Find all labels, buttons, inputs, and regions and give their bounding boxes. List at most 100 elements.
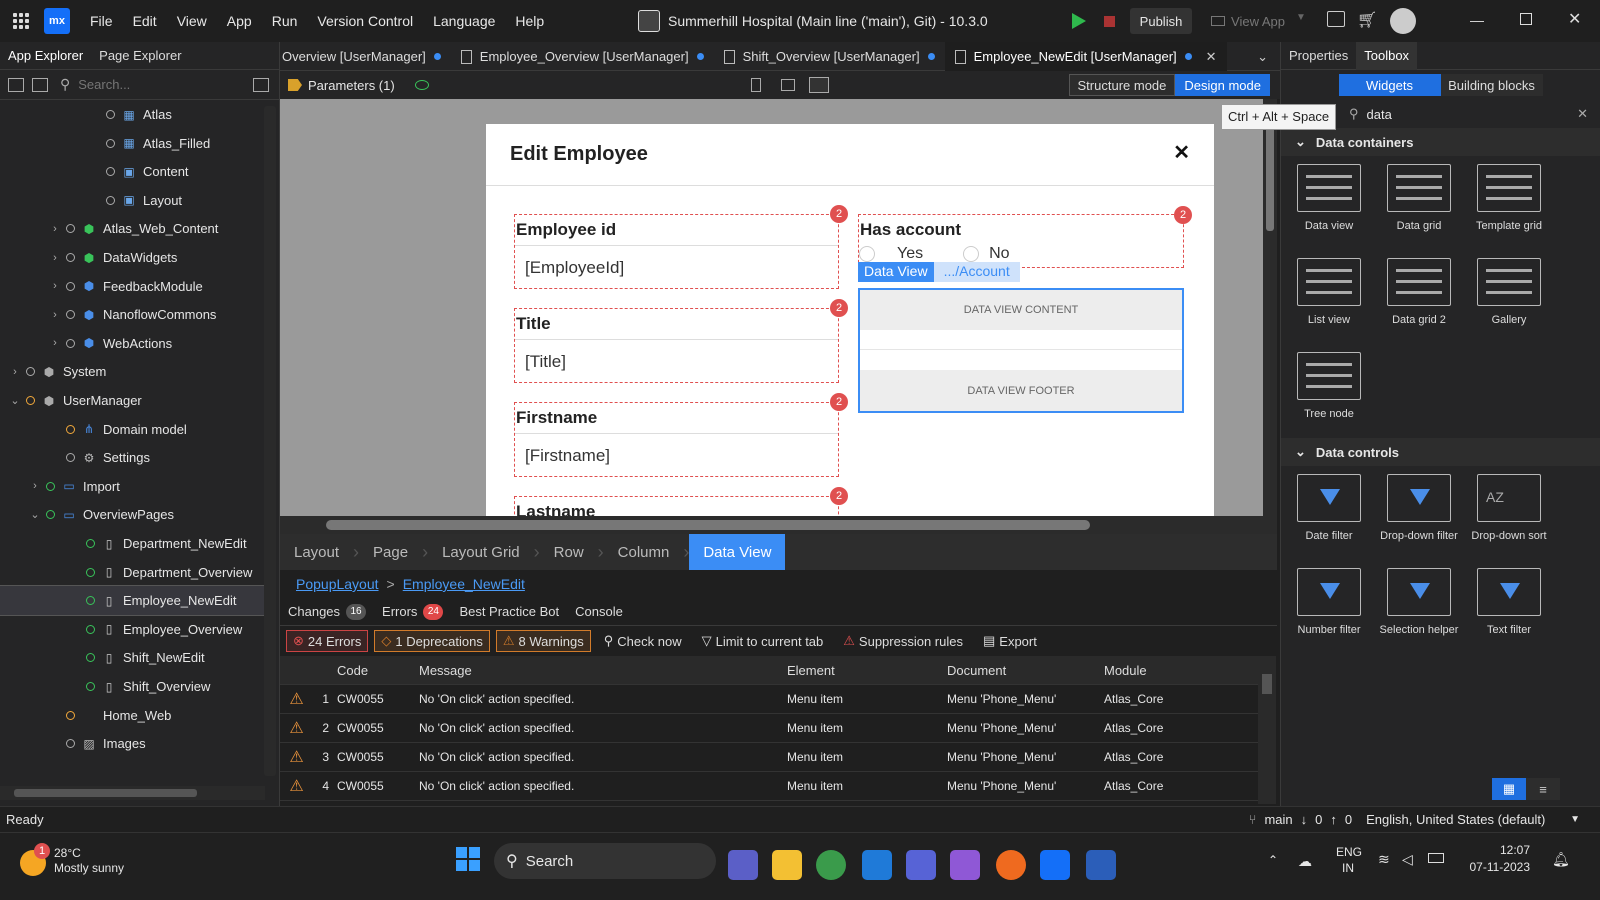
tree-item[interactable]: › ⬢ System [0, 357, 265, 386]
user-avatar[interactable] [1390, 8, 1416, 34]
chevron-down-icon[interactable]: ▼ [1570, 814, 1580, 825]
chevron-right-icon[interactable]: › [48, 280, 62, 292]
chevron-right-icon[interactable]: › [48, 252, 62, 264]
breadcrumb-data-view[interactable]: Data View [689, 534, 786, 570]
taskbar-search[interactable]: ⚲ Search [494, 843, 716, 879]
tree-item[interactable]: ⌄ ⬢ UserManager [0, 386, 265, 415]
grid-view-icon[interactable]: ▦ [1492, 778, 1526, 800]
form-field[interactable]: Employee id [EmployeeId] [514, 214, 839, 289]
design-mode-button[interactable]: Design mode [1175, 74, 1270, 96]
explorer-search-input[interactable] [78, 77, 219, 92]
changes-icon[interactable] [1327, 11, 1345, 27]
form-field[interactable]: Firstname [Firstname] [514, 402, 839, 477]
widget-tree-node[interactable]: Tree node [1284, 352, 1374, 420]
menu-app[interactable]: App [217, 0, 262, 42]
export-button[interactable]: ▤ Export [976, 630, 1044, 652]
chevron-down-icon[interactable]: ⌄ [8, 394, 22, 407]
close-tab-icon[interactable]: ✕ [1206, 49, 1217, 65]
tree-item[interactable]: › ▭ Import [0, 472, 265, 501]
widget-data-view[interactable]: Data view [1284, 164, 1374, 232]
visual-studio-icon[interactable] [950, 850, 980, 880]
tab-page-explorer[interactable]: Page Explorer [91, 42, 189, 70]
chevron-up-icon[interactable]: ⌃ [1268, 853, 1278, 867]
tab-properties[interactable]: Properties [1281, 42, 1356, 70]
mendix-taskbar-icon[interactable] [1040, 850, 1070, 880]
chrome-icon[interactable] [816, 850, 846, 880]
error-table-scrollbar[interactable] [1258, 656, 1276, 804]
deprecations-filter-button[interactable]: ◇ 1 Deprecations [374, 630, 490, 652]
widget-template-grid[interactable]: Template grid [1464, 164, 1554, 232]
doc-tab[interactable]: Shift_Overview [UserManager] [714, 42, 945, 71]
tablet-view-icon[interactable] [780, 79, 795, 91]
table-row[interactable]: ⚠ 2 CW0055 No 'On click' action specified. M… [280, 714, 1265, 743]
widget-data-grid[interactable]: Data grid [1374, 164, 1464, 232]
widget-data-grid-2[interactable]: Data grid 2 [1374, 258, 1464, 326]
filter-icon[interactable] [253, 77, 269, 92]
list-view-icon[interactable]: ≡ [1526, 778, 1560, 800]
canvas-vscrollbar[interactable] [1263, 99, 1277, 516]
menu-run[interactable]: Run [262, 0, 308, 42]
firefox-icon[interactable] [996, 850, 1026, 880]
toolbox-search-input[interactable]: data [1367, 107, 1392, 122]
lang-secondary[interactable]: IN [1342, 861, 1354, 875]
tab-toolbox[interactable]: Toolbox [1356, 41, 1418, 70]
expand-all-icon[interactable] [32, 77, 48, 92]
breadcrumb-column[interactable]: Column [604, 534, 684, 570]
table-row[interactable]: ⚠ 1 CW0055 No 'On click' action specified. M… [280, 685, 1265, 714]
teams-icon[interactable] [728, 850, 758, 880]
popup-close-icon[interactable]: ✕ [1173, 140, 1190, 165]
windows-start-icon[interactable] [456, 847, 480, 871]
column-header[interactable]: Document [943, 663, 1100, 678]
tab-app-explorer[interactable]: App Explorer [0, 42, 91, 70]
tab-overflow-icon[interactable]: ⌄ [1257, 42, 1268, 70]
page-canvas[interactable]: Edit Employee ✕ Employee id [EmployeeId] 2… [280, 99, 1277, 516]
minimize-icon[interactable]: — [1470, 12, 1484, 28]
chevron-right-icon[interactable]: › [28, 480, 42, 492]
subtab-widgets[interactable]: Widgets [1338, 74, 1441, 96]
widget-text-filter[interactable]: Text filter [1464, 568, 1554, 636]
chevron-right-icon[interactable]: › [48, 309, 62, 321]
tree-item[interactable]: ▯ Shift_Overview [0, 672, 265, 701]
tree-item[interactable]: › ⬢ DataWidgets [0, 243, 265, 272]
notification-bell-icon[interactable]: 🔔︎ [1552, 851, 1570, 868]
clear-search-icon[interactable]: ✕ [1577, 106, 1588, 122]
clock-time[interactable]: 12:07 [1482, 843, 1530, 857]
tree-item[interactable]: ⋔ Domain model [0, 415, 265, 444]
table-row[interactable]: ⚠ 3 CW0055 No 'On click' action specified. M… [280, 743, 1265, 772]
column-header[interactable]: Module [1100, 663, 1260, 678]
mail-icon[interactable] [862, 850, 892, 880]
chevron-right-icon[interactable]: › [8, 366, 22, 378]
widget-list-view[interactable]: List view [1284, 258, 1374, 326]
close-window-icon[interactable]: ✕ [1568, 9, 1581, 29]
widget-date-filter[interactable]: Date filter [1284, 474, 1374, 542]
wifi-icon[interactable]: ≋ [1378, 851, 1390, 868]
clock-date[interactable]: 07-11-2023 [1460, 860, 1531, 874]
language-selector[interactable]: English, United States (default) [1366, 812, 1562, 827]
bottom-tab-errors[interactable]: Errors 24 [374, 603, 451, 620]
phone-view-icon[interactable] [750, 78, 761, 92]
field-input[interactable]: [Title] [515, 339, 838, 383]
widget-selection-helper[interactable]: Selection helper [1374, 568, 1464, 636]
view-app-dropdown-icon[interactable]: ▼ [1296, 12, 1306, 23]
warnings-filter-button[interactable]: ⚠ 8 Warnings [495, 630, 591, 652]
menu-version-control[interactable]: Version Control [307, 0, 423, 42]
menu-view[interactable]: View [167, 0, 217, 42]
errors-filter-button[interactable]: ⊗ 24 Errors [286, 630, 369, 652]
table-row[interactable]: ⚠ 4 CW0055 No 'On click' action specified. M… [280, 772, 1265, 801]
desktop-view-icon[interactable] [808, 77, 829, 93]
section-data-containers[interactable]: ⌄ Data containers [1281, 128, 1600, 156]
field-input[interactable]: [EmployeeId] [515, 245, 838, 289]
widget-drop-down-sort[interactable]: AZ Drop-down sort [1464, 474, 1554, 542]
run-button[interactable] [1066, 8, 1092, 34]
popup-layout-link[interactable]: PopupLayout [296, 576, 379, 592]
file-explorer-icon[interactable] [772, 850, 802, 880]
tree-item[interactable]: ▨ Images [0, 729, 265, 758]
onedrive-icon[interactable]: ☁︎ [1298, 853, 1312, 870]
chevron-down-icon[interactable]: ⌄ [28, 508, 42, 521]
tree-item[interactable]: ▯ Shift_NewEdit [0, 643, 265, 672]
widget-drop-down-filter[interactable]: Drop-down filter [1374, 474, 1464, 542]
collapse-all-icon[interactable] [8, 77, 24, 92]
tree-item[interactable]: ▯ Employee_NewEdit [0, 585, 266, 617]
menu-language[interactable]: Language [423, 0, 505, 42]
cart-icon[interactable]: 🛒︎ [1357, 10, 1377, 30]
